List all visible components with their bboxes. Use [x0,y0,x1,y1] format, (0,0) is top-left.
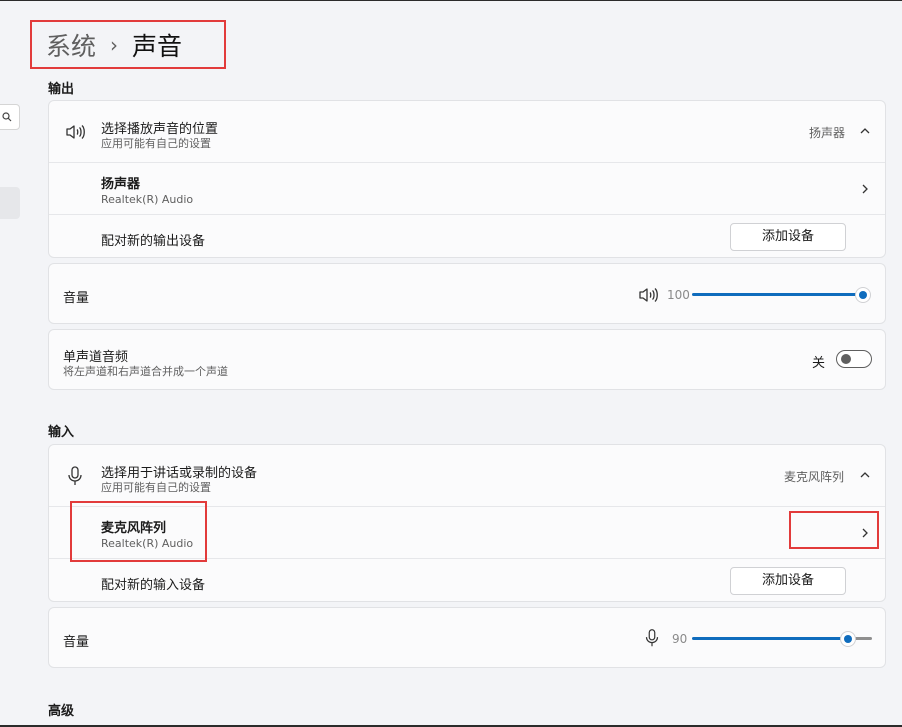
output-volume-slider[interactable] [692,293,857,296]
input-volume-slider-thumb[interactable] [840,631,856,647]
input-volume-slider-remaining [854,637,872,640]
output-volume-value: 100 [667,288,690,302]
input-pair-label: 配对新的输入设备 [101,578,206,593]
add-output-device-button[interactable]: 添加设备 [730,223,846,251]
input-choose-subtitle: 应用可能有自己的设置 [101,481,211,494]
output-device-row[interactable]: 扬声器 Realtek(R) Audio [49,163,885,214]
breadcrumb-parent[interactable]: 系统 [46,27,96,63]
output-device-card: 选择播放声音的位置 应用可能有自己的设置 扬声器 扬声器 Realtek(R) … [48,100,886,258]
mono-audio-state: 关 [812,356,826,371]
output-volume-slider-thumb[interactable] [855,287,871,303]
mono-audio-subtitle: 将左声道和右声道合并成一个声道 [63,365,228,378]
window-top-border [0,0,902,1]
output-device-driver: Realtek(R) Audio [101,193,194,206]
chevron-up-icon[interactable] [859,469,871,481]
output-pair-row: 配对新的输出设备 添加设备 [49,215,885,259]
output-selected-device: 扬声器 [809,126,846,140]
breadcrumb-separator: › [110,32,119,57]
speaker-icon [66,125,85,139]
add-input-device-button[interactable]: 添加设备 [730,567,846,595]
speaker-icon[interactable] [636,283,660,307]
output-pair-label: 配对新的输出设备 [101,234,206,249]
highlight-box-chevron [789,511,879,549]
page-title: 声音 [132,31,183,61]
output-choose-device-row[interactable]: 选择播放声音的位置 应用可能有自己的设置 扬声器 [49,101,885,162]
microphone-icon[interactable] [641,627,663,649]
mono-audio-toggle[interactable] [836,350,872,368]
chevron-right-icon[interactable] [859,183,871,195]
input-volume-value: 90 [672,632,688,646]
nav-search-box[interactable] [0,104,20,130]
output-volume-card: 音量 100 [48,263,886,324]
output-volume-label: 音量 [63,291,90,306]
input-volume-card: 音量 90 [48,607,886,668]
output-device-name: 扬声器 [101,177,141,192]
input-volume-slider[interactable] [692,637,842,640]
microphone-icon [68,466,82,485]
section-label-output: 输出 [48,82,75,97]
section-label-advanced: 高级 [48,704,75,719]
input-selected-device: 麦克风阵列 [784,470,845,484]
output-choose-subtitle: 应用可能有自己的设置 [101,137,211,150]
highlight-box-device [70,501,207,562]
input-choose-device-row[interactable]: 选择用于讲话或录制的设备 应用可能有自己的设置 麦克风阵列 [49,445,885,506]
chevron-up-icon[interactable] [859,125,871,137]
search-icon [2,112,12,122]
section-label-input: 输入 [48,425,75,440]
breadcrumb: 系统 › 声音 [30,20,226,69]
input-pair-row: 配对新的输入设备 添加设备 [49,559,885,603]
mono-audio-card: 单声道音频 将左声道和右声道合并成一个声道 关 [48,329,886,390]
nav-selected-item[interactable] [0,187,20,219]
toggle-knob [841,354,851,364]
input-volume-label: 音量 [63,635,90,650]
